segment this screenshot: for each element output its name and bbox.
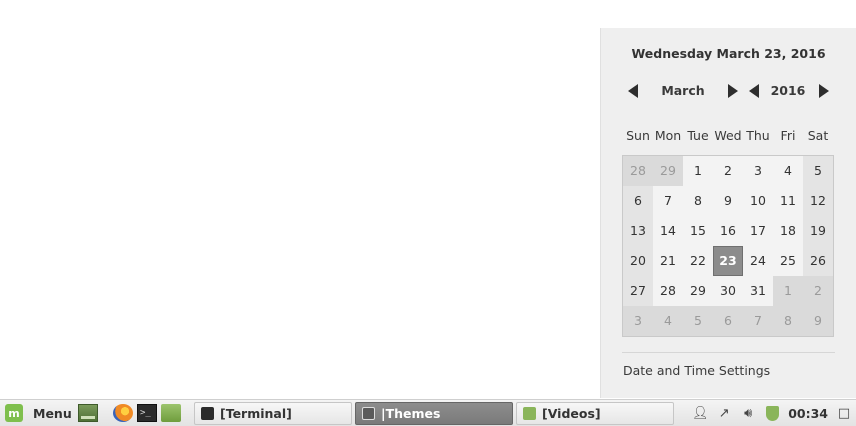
- calendar-day[interactable]: 26: [803, 246, 833, 276]
- calendar-day[interactable]: 11: [773, 186, 803, 216]
- terminal-launcher-icon[interactable]: >_: [137, 404, 157, 422]
- calendar-day[interactable]: 8: [773, 306, 803, 336]
- calendar-day[interactable]: 24: [743, 246, 773, 276]
- weekday-label: Tue: [687, 128, 709, 143]
- calendar-day[interactable]: 9: [713, 186, 743, 216]
- calendar-day[interactable]: 28: [653, 276, 683, 306]
- system-tray: 👤︎ ↗ 🔊︎ 00:34 □: [684, 400, 856, 426]
- task-terminal[interactable]: [Terminal]: [194, 402, 352, 425]
- date-time-settings-link[interactable]: Date and Time Settings: [623, 363, 770, 378]
- task-videos[interactable]: [Videos]: [516, 402, 674, 425]
- menu-label: Menu: [33, 405, 72, 421]
- weekday-label: Mon: [654, 128, 682, 143]
- calendar-day[interactable]: 27: [623, 276, 653, 306]
- mint-logo-icon: m: [5, 404, 23, 422]
- calendar-day[interactable]: 2: [803, 276, 833, 306]
- previous-year-icon[interactable]: [749, 84, 759, 98]
- calendar-day[interactable]: 1: [683, 156, 713, 186]
- calendar-day[interactable]: 20: [623, 246, 653, 276]
- taskbar: m Menu >_ [Terminal] |Themes [Videos] 👤︎…: [0, 399, 856, 426]
- calendar-day[interactable]: 1: [773, 276, 803, 306]
- weekday-label: Fri: [780, 128, 796, 143]
- menu-button[interactable]: m Menu: [2, 402, 72, 424]
- firefox-icon[interactable]: [113, 404, 133, 422]
- calendar-day[interactable]: 25: [773, 246, 803, 276]
- calendar-day[interactable]: 21: [653, 246, 683, 276]
- calendar-day[interactable]: 30: [713, 276, 743, 306]
- calendar-day[interactable]: 3: [743, 156, 773, 186]
- weekday-label: Sat: [807, 128, 829, 143]
- calendar-day[interactable]: 9: [803, 306, 833, 336]
- previous-month-icon[interactable]: [628, 84, 638, 98]
- volume-icon[interactable]: 🔊︎: [740, 405, 756, 421]
- weekday-header: Sun Mon Tue Wed Thu Fri Sat: [623, 128, 835, 144]
- calendar-day[interactable]: 4: [773, 156, 803, 186]
- calendar-day[interactable]: 7: [653, 186, 683, 216]
- show-desktop-icon[interactable]: [78, 404, 98, 422]
- calendar-day[interactable]: 18: [773, 216, 803, 246]
- calendar-day[interactable]: 3: [623, 306, 653, 336]
- weekday-label: Sun: [626, 128, 650, 143]
- calendar-day[interactable]: 29: [683, 276, 713, 306]
- weekday-label: Wed: [714, 128, 742, 143]
- calendar-day[interactable]: 4: [653, 306, 683, 336]
- next-year-icon[interactable]: [819, 84, 829, 98]
- calendar-popup: Wednesday March 23, 2016 March 2016 Sun …: [600, 28, 856, 398]
- calendar-day[interactable]: 17: [743, 216, 773, 246]
- calendar-day[interactable]: 23: [713, 246, 743, 276]
- workspace-icon[interactable]: □: [836, 405, 852, 421]
- calendar-day[interactable]: 12: [803, 186, 833, 216]
- task-label: [Terminal]: [220, 406, 292, 421]
- files-launcher-icon[interactable]: [161, 404, 181, 422]
- calendar-day[interactable]: 13: [623, 216, 653, 246]
- calendar-day[interactable]: 19: [803, 216, 833, 246]
- month-label: March: [661, 83, 705, 98]
- calendar-date-header: Wednesday March 23, 2016: [631, 46, 826, 61]
- themes-icon: [362, 407, 375, 420]
- task-label: [Videos]: [542, 406, 601, 421]
- calendar-day[interactable]: 5: [683, 306, 713, 336]
- update-shield-icon[interactable]: [764, 405, 780, 421]
- user-icon[interactable]: 👤︎: [692, 405, 709, 421]
- task-themes[interactable]: |Themes: [355, 402, 513, 425]
- calendar-day[interactable]: 16: [713, 216, 743, 246]
- calendar-day[interactable]: 28: [623, 156, 653, 186]
- calendar-day-grid: 28 29 1 2 3 4 5 6 7 8 9 10 11 12 13 14 15 16 17 18 19 20 21 22 2…: [622, 155, 834, 337]
- calendar-day[interactable]: 14: [653, 216, 683, 246]
- clock[interactable]: 00:34: [788, 406, 828, 421]
- calendar-day[interactable]: 15: [683, 216, 713, 246]
- next-month-icon[interactable]: [728, 84, 738, 98]
- weekday-label: Thu: [746, 128, 770, 143]
- task-label: |Themes: [381, 406, 441, 421]
- year-label: 2016: [770, 83, 806, 98]
- divider: [622, 352, 835, 353]
- calendar-day[interactable]: 22: [683, 246, 713, 276]
- calendar-day[interactable]: 7: [743, 306, 773, 336]
- calendar-day[interactable]: 10: [743, 186, 773, 216]
- calendar-day[interactable]: 29: [653, 156, 683, 186]
- calendar-day[interactable]: 5: [803, 156, 833, 186]
- calendar-day[interactable]: 2: [713, 156, 743, 186]
- calendar-day[interactable]: 31: [743, 276, 773, 306]
- terminal-icon: [201, 407, 214, 420]
- network-icon[interactable]: ↗: [716, 405, 732, 421]
- calendar-day[interactable]: 6: [623, 186, 653, 216]
- calendar-day[interactable]: 6: [713, 306, 743, 336]
- calendar-day[interactable]: 8: [683, 186, 713, 216]
- folder-icon: [523, 407, 536, 420]
